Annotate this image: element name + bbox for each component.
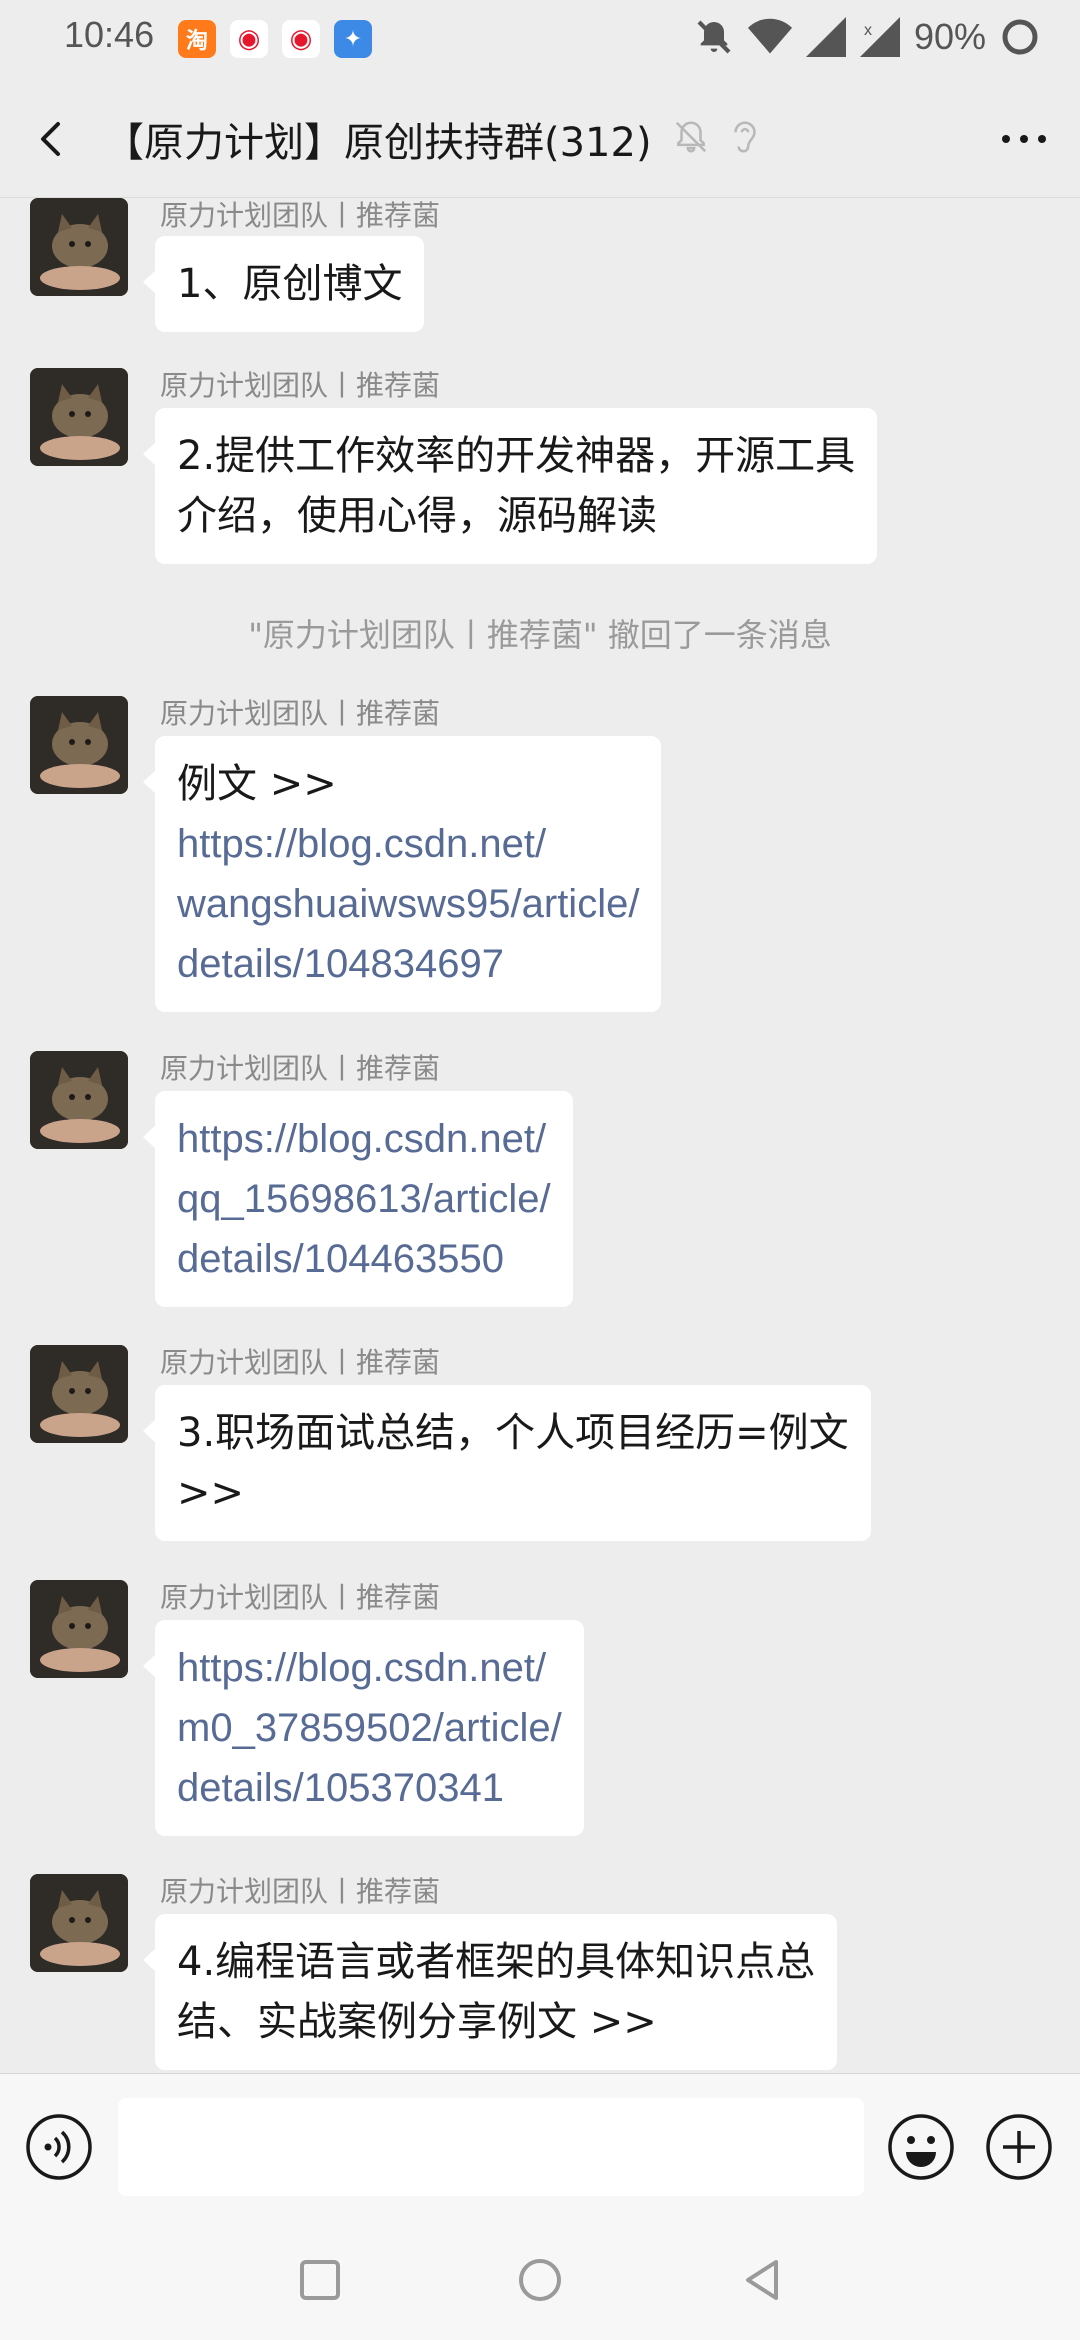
title-icons <box>672 118 762 156</box>
status-right: x 90% <box>694 16 1040 58</box>
weibo-icon: ◉ <box>230 20 268 58</box>
message-input[interactable] <box>118 2098 864 2196</box>
back-nav-icon[interactable] <box>736 2252 792 2308</box>
message-bubble[interactable]: https://blog.csdn.net/ qq_15698613/artic… <box>143 1091 573 1307</box>
app-bird-icon: ✦ <box>334 20 372 58</box>
message-link[interactable]: https://blog.csdn.net/ <box>177 1109 551 1169</box>
status-time: 10:46 <box>64 14 155 55</box>
message-line: 4.编程语言或者框架的具体知识点总 <box>177 1939 816 1985</box>
chat-title: 【原力计划】原创扶持群(312) <box>104 120 652 166</box>
avatar[interactable] <box>30 1874 128 1972</box>
message-link[interactable]: https://blog.csdn.net/ <box>177 814 639 874</box>
recents-icon[interactable] <box>292 2252 348 2308</box>
avatar[interactable] <box>30 696 128 794</box>
avatar[interactable] <box>30 198 128 296</box>
input-bar <box>0 2073 1080 2218</box>
home-icon[interactable] <box>512 2252 568 2308</box>
sender-name: 原力计划团队丨推荐菌 <box>160 199 441 232</box>
more-options-icon[interactable] <box>996 114 1052 164</box>
message-link[interactable]: details/104834697 <box>177 934 639 994</box>
message-bubble[interactable]: 1、原创博文 <box>142 236 425 332</box>
mute-bell-icon <box>675 121 707 153</box>
notification-icons: 淘 ◉ ◉ ✦ <box>178 20 372 58</box>
message-bubble[interactable]: 4.编程语言或者框架的具体知识点总 结、实战案例分享例文 >> <box>142 1914 838 2070</box>
taobao-icon: 淘 <box>178 20 216 58</box>
message-link[interactable]: details/105370341 <box>177 1758 562 1818</box>
message-link[interactable]: details/104463550 <box>177 1229 551 1289</box>
system-message-recall: "原力计划团队丨推荐菌" 撤回了一条消息 <box>248 616 832 654</box>
avatar[interactable] <box>30 368 128 466</box>
message-line: 1、原创博文 <box>177 261 403 307</box>
battery-level: 90% <box>913 16 986 57</box>
signal-icon: x <box>859 17 900 57</box>
message-bubble[interactable]: 例文 >> https://blog.csdn.net/ wangshuaiws… <box>142 736 662 1012</box>
message-line: 3.职场面试总结，个人项目经历=例文 <box>177 1410 849 1456</box>
message-link[interactable]: wangshuaiwsws95/article/ <box>177 874 639 934</box>
ear-icon <box>734 121 756 153</box>
message-link[interactable]: m0_37859502/article/ <box>177 1698 562 1758</box>
message-line: 结、实战案例分享例文 >> <box>177 1999 657 2045</box>
message-line: 例文 >> <box>177 761 337 807</box>
svg-text:x: x <box>864 22 872 39</box>
chat-message-list[interactable]: 原力计划团队丨推荐菌 1、原创博文 原力计划团队丨推荐菌 2.提供工作效率的开发… <box>0 198 1080 2073</box>
avatar[interactable] <box>30 1580 128 1678</box>
sender-name: 原力计划团队丨推荐菌 <box>160 697 441 730</box>
message-link[interactable]: https://blog.csdn.net/ <box>177 1638 562 1698</box>
message-link[interactable]: qq_15698613/article/ <box>177 1169 551 1229</box>
emoji-icon[interactable] <box>886 2112 956 2182</box>
sender-name: 原力计划团队丨推荐菌 <box>160 1052 441 1085</box>
status-bar: 10:46 淘 ◉ ◉ ✦ x 90% <box>0 0 1080 80</box>
voice-icon[interactable] <box>24 2112 94 2182</box>
avatar[interactable] <box>30 1345 128 1443</box>
mute-bell-icon <box>697 20 731 54</box>
back-icon[interactable] <box>28 114 78 164</box>
sender-name: 原力计划团队丨推荐菌 <box>160 369 441 402</box>
sender-name: 原力计划团队丨推荐菌 <box>160 1581 441 1614</box>
plus-icon[interactable] <box>984 2112 1054 2182</box>
sender-name: 原力计划团队丨推荐菌 <box>160 1875 441 1908</box>
message-line: 介绍，使用心得，源码解读 <box>177 493 657 539</box>
signal-icon <box>805 17 846 57</box>
message-bubble[interactable]: 3.职场面试总结，个人项目经历=例文 >> <box>143 1385 871 1541</box>
message-line: 2.提供工作效率的开发神器，开源工具 <box>177 433 856 479</box>
system-nav-bar <box>0 2218 1080 2340</box>
message-bubble[interactable]: https://blog.csdn.net/ m0_37859502/artic… <box>143 1620 584 1836</box>
message-bubble[interactable]: 2.提供工作效率的开发神器，开源工具 介绍，使用心得，源码解读 <box>142 408 878 564</box>
battery-icon <box>1002 19 1038 55</box>
message-line: >> <box>177 1470 245 1516</box>
wifi-icon <box>747 18 792 54</box>
weibo-icon: ◉ <box>282 20 320 58</box>
chat-header: 【原力计划】原创扶持群(312) <box>0 80 1080 198</box>
avatar[interactable] <box>30 1051 128 1149</box>
sender-name: 原力计划团队丨推荐菌 <box>160 1346 441 1379</box>
